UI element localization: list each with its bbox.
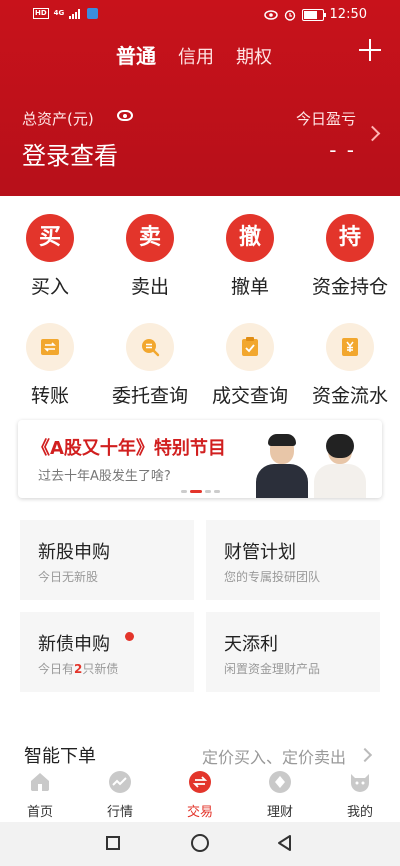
- network-type-label: 4G: [53, 9, 65, 17]
- buy-icon: 买: [26, 214, 74, 262]
- chevron-right-icon[interactable]: [364, 125, 381, 142]
- order-query-label: 委托查询: [111, 385, 188, 407]
- today-pnl-label: 今日盈亏: [295, 110, 356, 128]
- transfer-label: 转账: [30, 385, 69, 407]
- card-subtitle: 今日有2只新债: [38, 662, 119, 676]
- market-icon: [109, 771, 131, 793]
- card-subtitle: 闲置资金理财产品: [224, 662, 321, 676]
- cancel-order-label: 撤单: [230, 276, 269, 298]
- transfer-button[interactable]: 转账: [0, 323, 100, 408]
- nav-label: 首页: [26, 805, 53, 820]
- card-subtitle: 今日无新股: [38, 570, 99, 584]
- alarm-icon: [284, 9, 295, 21]
- trade-icon: [189, 771, 211, 793]
- buy-button[interactable]: 买 买入: [0, 214, 100, 299]
- status-time: 12:50: [329, 7, 367, 22]
- nav-label: 理财: [266, 805, 293, 820]
- nav-profile[interactable]: 我的: [320, 770, 400, 820]
- deal-query-icon: [226, 323, 274, 371]
- home-button[interactable]: [191, 834, 209, 852]
- wealth-icon: [269, 771, 291, 793]
- carousel-dot: [214, 490, 220, 493]
- ipo-subscribe-card[interactable]: 新股申购 今日无新股: [20, 520, 194, 600]
- carousel-indicator: [181, 490, 220, 493]
- cancel-order-icon: 撤: [226, 214, 274, 262]
- hd-badge: HD: [33, 8, 49, 19]
- bond-subscribe-card[interactable]: 新债申购 今日有2只新债: [20, 612, 194, 692]
- tiantianli-card[interactable]: 天添利 闲置资金理财产品: [206, 612, 380, 692]
- positions-label: 资金持仓: [311, 276, 388, 298]
- card-title: 新股申购: [38, 542, 110, 563]
- carousel-dot: [190, 490, 202, 493]
- back-button[interactable]: [276, 834, 294, 852]
- smart-order-description[interactable]: 定价买入、定价卖出: [202, 744, 346, 768]
- nav-home[interactable]: 首页: [0, 770, 80, 820]
- sell-label: 卖出: [130, 276, 169, 298]
- banner-subtitle: 过去十年A股发生了啥?: [38, 469, 171, 484]
- add-button[interactable]: [358, 38, 382, 62]
- cash-flow-icon: [326, 323, 374, 371]
- wealth-plan-card[interactable]: 财管计划 您的专属投研团队: [206, 520, 380, 600]
- smart-order-title: 智能下单: [24, 746, 96, 767]
- promo-banner[interactable]: 《A股又十年》特别节目 过去十年A股发生了啥?: [18, 420, 382, 498]
- nav-market[interactable]: 行情: [80, 770, 160, 820]
- card-subtitle: 您的专属投研团队: [224, 570, 321, 584]
- transfer-icon: [26, 323, 74, 371]
- total-assets-label: 总资产(元): [22, 110, 94, 128]
- bottom-nav: 首页 行情 交易 理财 我的: [0, 766, 400, 822]
- new-badge: [125, 632, 134, 641]
- presenter-male-image: [254, 434, 310, 498]
- system-nav-bar: [0, 822, 400, 866]
- account-header: HD 4G 12:50 普通 信用 期权 总资产(元) 登录查看 今日盈亏 - …: [0, 0, 400, 196]
- deal-query-label: 成交查询: [211, 385, 288, 407]
- nav-label: 我的: [346, 805, 373, 820]
- signal-icon: [69, 8, 83, 19]
- visibility-toggle-icon[interactable]: [117, 110, 133, 121]
- home-icon: [31, 773, 49, 791]
- banner-title: 《A股又十年》特别节目: [32, 438, 226, 459]
- buy-label: 买入: [30, 276, 69, 298]
- tab-credit[interactable]: 信用: [178, 43, 214, 69]
- chevron-right-icon[interactable]: [357, 747, 373, 763]
- battery-icon: [301, 8, 326, 21]
- card-title: 财管计划: [224, 542, 296, 563]
- carousel-dot: [181, 490, 187, 493]
- today-pnl-value: - -: [329, 138, 356, 162]
- carousel-dot: [205, 490, 211, 493]
- nav-wealth[interactable]: 理财: [240, 770, 320, 820]
- order-query-icon: [126, 323, 174, 371]
- positions-button[interactable]: 持 资金持仓: [300, 214, 400, 299]
- deal-query-button[interactable]: 成交查询: [200, 323, 300, 408]
- cash-flow-button[interactable]: 资金流水: [300, 323, 400, 408]
- cash-flow-label: 资金流水: [311, 385, 388, 407]
- card-title: 新债申购: [38, 634, 110, 655]
- presenter-female-image: [312, 434, 368, 498]
- app-notification-icon: [87, 8, 99, 19]
- sell-icon: 卖: [126, 214, 174, 262]
- recent-apps-button[interactable]: [106, 836, 120, 850]
- sell-button[interactable]: 卖 卖出: [100, 214, 200, 299]
- status-bar: HD 4G 12:50: [0, 0, 400, 30]
- card-title: 天添利: [224, 634, 278, 655]
- tab-normal[interactable]: 普通: [116, 40, 156, 69]
- nav-trade[interactable]: 交易: [160, 770, 240, 820]
- order-query-button[interactable]: 委托查询: [100, 323, 200, 408]
- nav-label: 交易: [186, 805, 213, 820]
- account-type-tabs: 普通 信用 期权: [116, 40, 272, 69]
- login-view-link[interactable]: 登录查看: [22, 136, 118, 171]
- cancel-order-button[interactable]: 撤 撤单: [200, 214, 300, 299]
- positions-icon: 持: [326, 214, 374, 262]
- nav-label: 行情: [106, 805, 133, 820]
- eye-status-icon: [263, 9, 278, 20]
- tab-options[interactable]: 期权: [236, 43, 272, 69]
- profile-icon: [351, 774, 369, 792]
